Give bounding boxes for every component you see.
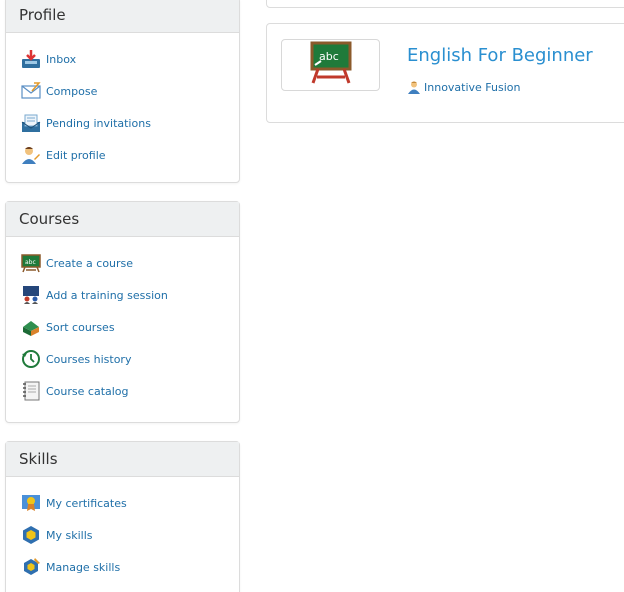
profile-item-edit-profile-label: Edit profile (46, 148, 106, 162)
courses-item-course-catalog-label: Course catalog (46, 384, 129, 398)
skills-item-my-certificates-label: My certificates (46, 496, 127, 510)
chalkboard-icon: abc (20, 252, 42, 274)
courses-item-courses-history[interactable]: Courses history (6, 343, 239, 375)
skills-item-my-certificates[interactable]: My certificates (6, 487, 239, 519)
courses-item-courses-history-label: Courses history (46, 352, 132, 366)
skills-item-manage-skills-label: Manage skills (46, 560, 121, 574)
profile-item-pending-invitations[interactable]: Pending invitations (6, 107, 239, 139)
inbox-icon (20, 48, 42, 70)
skills-panel: Skills My certificates My skills Manage … (5, 441, 240, 592)
previous-card (266, 0, 624, 8)
profile-item-edit-profile[interactable]: Edit profile (6, 139, 239, 171)
course-title-link[interactable]: English For Beginner (407, 45, 593, 66)
sort-icon (20, 316, 42, 338)
courses-item-sort-courses-label: Sort courses (46, 320, 115, 334)
svg-text:abc: abc (25, 259, 36, 266)
profile-item-pending-invitations-label: Pending invitations (46, 116, 151, 130)
profile-item-compose-label: Compose (46, 84, 98, 98)
skills-item-manage-skills[interactable]: Manage skills (6, 551, 239, 583)
thumbnail-chalk-text: abc (319, 50, 339, 63)
course-teacher-name: Innovative Fusion (424, 80, 521, 94)
envelope-icon (20, 80, 42, 102)
courses-panel-title: Courses (6, 202, 239, 237)
profile-item-inbox[interactable]: Inbox (6, 43, 239, 75)
course-teacher-link[interactable]: Innovative Fusion (407, 80, 521, 94)
skills-icon (20, 524, 42, 546)
skills-panel-title: Skills (6, 442, 239, 477)
catalog-icon (20, 380, 42, 402)
teacher-icon (407, 80, 421, 94)
skills-item-my-skills[interactable]: My skills (6, 519, 239, 551)
invitation-icon (20, 112, 42, 134)
courses-item-create-course[interactable]: abc Create a course (6, 247, 239, 279)
skills-item-my-skills-label: My skills (46, 528, 93, 542)
user-edit-icon (20, 144, 42, 166)
courses-item-course-catalog[interactable]: Course catalog (6, 375, 239, 407)
courses-item-add-training-session-label: Add a training session (46, 288, 168, 302)
courses-item-sort-courses[interactable]: Sort courses (6, 311, 239, 343)
chalkboard-icon: abc (309, 41, 353, 89)
manage-skills-icon (20, 556, 42, 578)
course-thumbnail[interactable]: abc (281, 39, 380, 91)
courses-item-create-course-label: Create a course (46, 256, 134, 270)
courses-item-add-training-session[interactable]: Add a training session (6, 279, 239, 311)
profile-item-compose[interactable]: Compose (6, 75, 239, 107)
profile-panel-title: Profile (6, 0, 239, 33)
profile-item-inbox-label: Inbox (46, 52, 77, 66)
course-card: abc English For Beginner Innovative Fusi… (266, 23, 624, 123)
history-icon (20, 348, 42, 370)
session-icon (20, 284, 42, 306)
profile-panel: Profile Inbox Compose Pending invitation… (5, 0, 240, 183)
certificate-icon (20, 492, 42, 514)
courses-panel: Courses abc Create a course Add a traini… (5, 201, 240, 423)
